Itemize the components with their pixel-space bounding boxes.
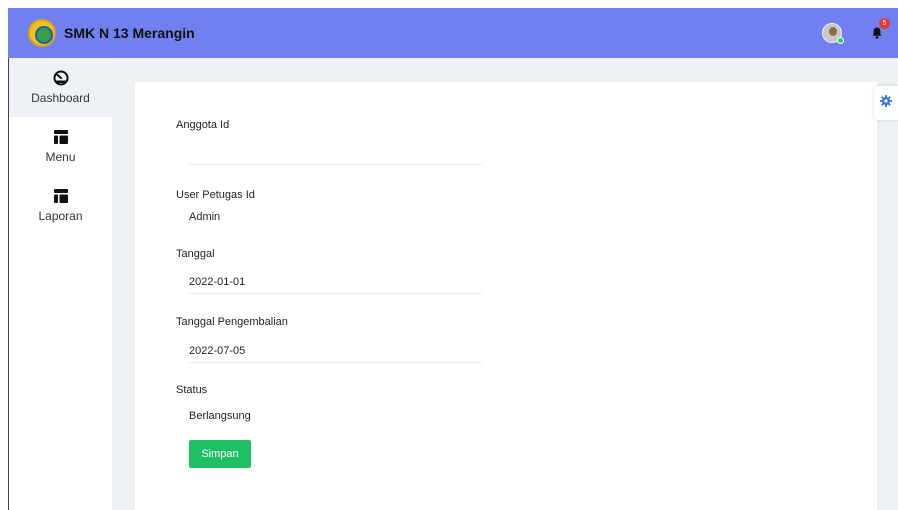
settings-toggle-button[interactable]	[874, 86, 898, 120]
tanggal-underline	[189, 293, 482, 294]
app-title: SMK N 13 Merangin	[64, 25, 195, 41]
sidebar-item-dashboard[interactable]: Dashboard	[9, 58, 112, 117]
online-status-dot	[837, 37, 844, 44]
form-card: Anggota Id User Petugas Id Admin Tanggal…	[135, 82, 877, 510]
tanggal-pengembalian-label: Tanggal Pengembalian	[176, 316, 288, 328]
anggota-id-label: Anggota Id	[176, 119, 230, 131]
sidebar-item-label: Dashboard	[31, 91, 90, 105]
main-content: Anggota Id User Petugas Id Admin Tanggal…	[112, 58, 898, 510]
sidebar-item-label: Menu	[45, 150, 76, 164]
top-navbar: SMK N 13 Merangin 5	[8, 8, 898, 58]
status-label: Status	[176, 384, 208, 396]
user-petugas-id-label: User Petugas Id	[176, 189, 255, 201]
user-avatar[interactable]	[822, 23, 844, 44]
gear-icon	[880, 94, 892, 112]
sidebar: Dashboard Menu Laporan	[9, 58, 112, 510]
sidebar-item-laporan[interactable]: Laporan	[9, 176, 112, 235]
tanggal-label: Tanggal	[176, 248, 215, 260]
save-button[interactable]: Simpan	[189, 440, 251, 468]
user-petugas-id-value[interactable]: Admin	[189, 211, 220, 223]
sidebar-item-menu[interactable]: Menu	[9, 117, 112, 176]
sidebar-item-label: Laporan	[38, 209, 83, 223]
table-icon	[53, 129, 69, 148]
notification-count-badge: 5	[879, 18, 890, 29]
tanggal-pengembalian-input[interactable]: 2022-07-05	[189, 345, 245, 357]
tanggal-input[interactable]: 2022-01-01	[189, 276, 245, 288]
notification-bell-icon[interactable]: 5	[872, 18, 890, 39]
anggota-id-underline	[189, 164, 482, 165]
tanggal-pengembalian-underline	[189, 362, 482, 363]
dashboard-gauge-icon	[53, 70, 69, 89]
table-icon	[53, 188, 69, 207]
status-value[interactable]: Berlangsung	[189, 410, 251, 422]
school-logo	[28, 19, 56, 47]
